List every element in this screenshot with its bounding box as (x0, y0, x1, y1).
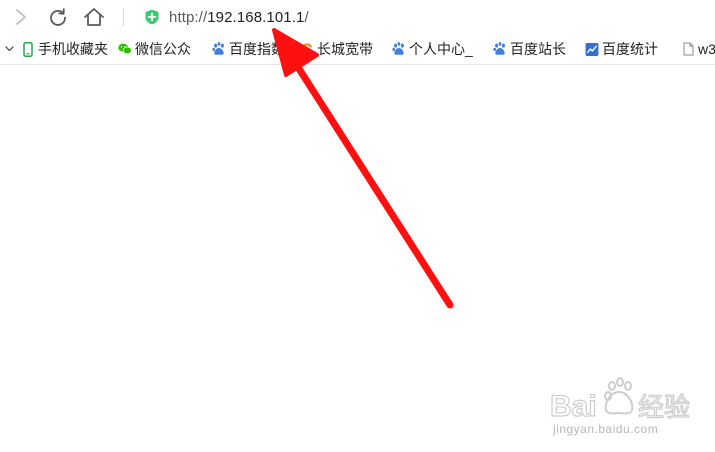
watermark-domain: jingyan.baidu.com (553, 422, 659, 436)
forward-button[interactable] (8, 4, 34, 30)
bookmarks-bar: 手机收藏夹 微信公众 百度指数 长城宽带 个人中心_ 百度站长 百度统计 w3 (0, 34, 715, 65)
baidu-paw-icon (392, 42, 406, 56)
reload-icon (50, 8, 66, 26)
bookmark-item-baidu-index[interactable]: 百度指数 (212, 39, 285, 59)
chevron-right-icon (16, 9, 26, 25)
chart-icon (585, 42, 599, 56)
baidu-paw-icon (493, 42, 507, 56)
home-icon (84, 8, 104, 26)
bookmark-item-w3[interactable]: w3 (681, 39, 715, 59)
home-button[interactable] (81, 4, 107, 30)
bookmark-label: 长城宽带 (317, 41, 373, 57)
bookmark-label: 手机收藏夹 (38, 41, 108, 57)
bookmark-item-baidu-webmaster[interactable]: 百度站长 (493, 39, 566, 59)
greatwall-broadband-icon (300, 42, 314, 56)
bookmark-item-phone-favorites[interactable]: 手机收藏夹 (21, 39, 108, 59)
bookmark-label: 百度统计 (602, 41, 658, 57)
url-host: 192.168.101.1 (207, 8, 305, 26)
phone-icon (21, 41, 35, 57)
bookmark-label: w3 (698, 41, 715, 57)
browser-toolbar: http://192.168.101.1/ (0, 0, 715, 34)
svg-text:经验: 经验 (638, 393, 690, 423)
bookmarks-collapse-button[interactable] (3, 43, 15, 55)
bookmark-label: 百度指数 (229, 41, 285, 57)
url-scheme: http:// (169, 8, 208, 26)
svg-text:Bai: Bai (550, 390, 597, 423)
url-path: / (304, 8, 309, 26)
chevron-down-icon (4, 46, 14, 52)
browser-window: http://192.168.101.1/ 手机收藏夹 微信公众 百度指数 长城… (0, 0, 715, 452)
bookmark-item-greatwall-broadband[interactable]: 长城宽带 (300, 39, 373, 59)
bookmark-item-personal-center[interactable]: 个人中心_ (392, 39, 473, 59)
wechat-icon (118, 42, 132, 56)
address-bar[interactable]: http://192.168.101.1/ (140, 4, 700, 30)
bookmark-label: 百度站长 (510, 41, 566, 57)
bookmark-item-wechat[interactable]: 微信公众 (118, 39, 191, 59)
toolbar-divider (123, 8, 124, 26)
secure-shield-icon (144, 9, 160, 25)
baidu-paw-icon (212, 42, 226, 56)
url-text[interactable]: http://192.168.101.1/ (169, 9, 309, 26)
page-icon (681, 42, 695, 56)
reload-button[interactable] (45, 4, 71, 30)
bookmark-item-baidu-analytics[interactable]: 百度统计 (585, 39, 658, 59)
bookmark-label: 微信公众 (135, 41, 191, 57)
bookmark-label: 个人中心_ (409, 41, 473, 57)
